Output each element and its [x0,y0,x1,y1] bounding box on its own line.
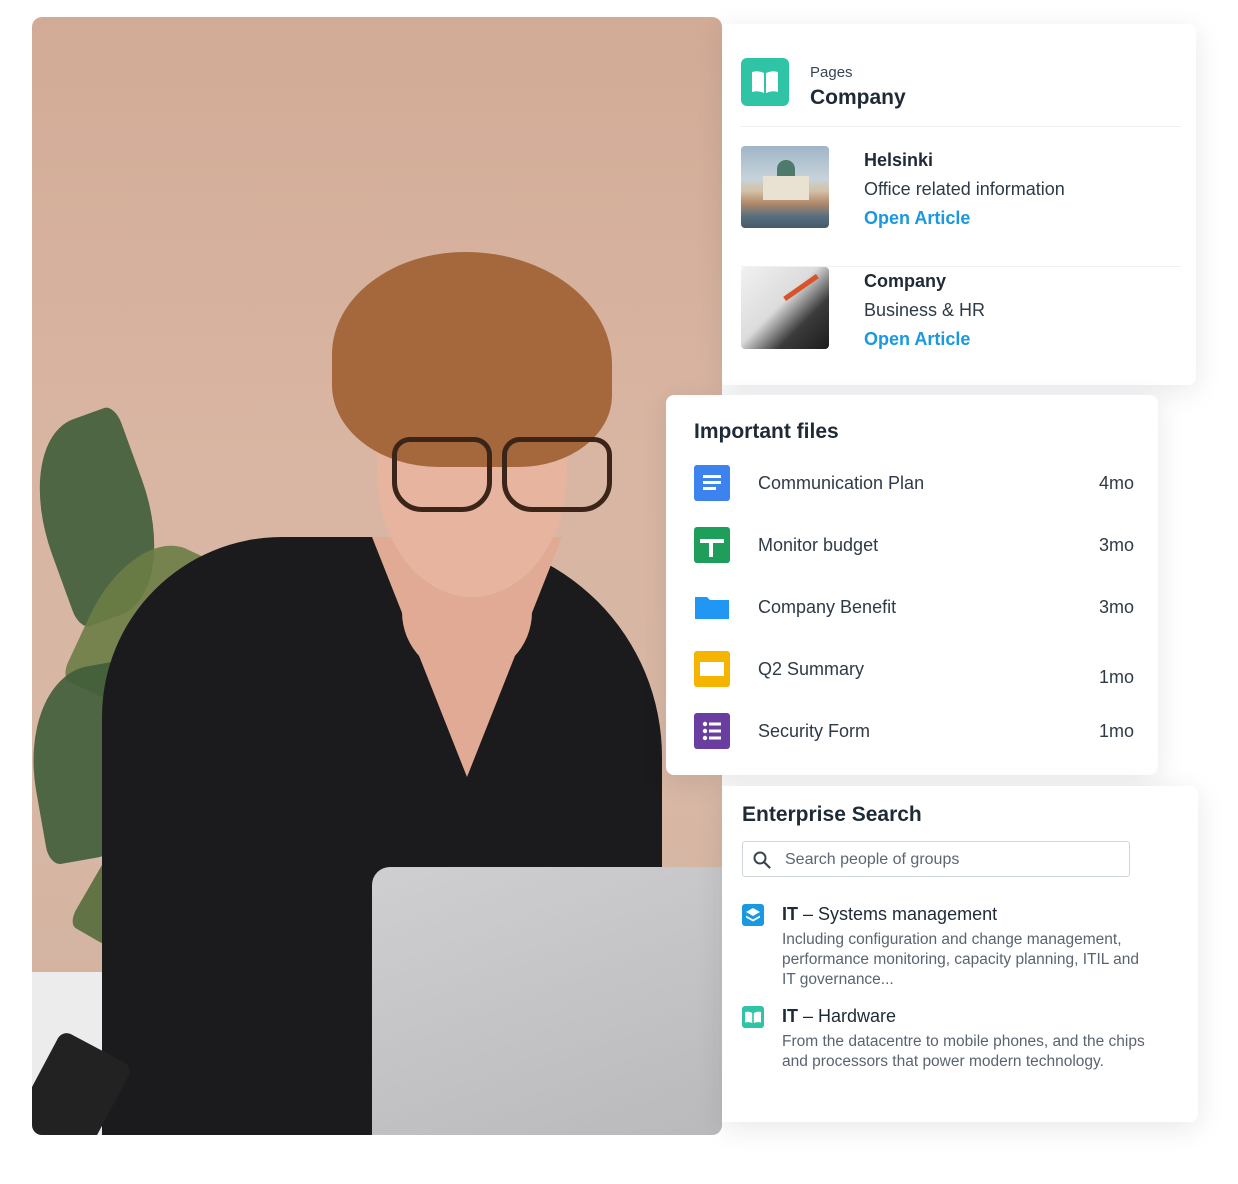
helsinki-thumbnail [741,146,829,228]
file-name: Security Form [758,721,871,741]
result-title: IT – Systems management [782,904,998,924]
folder-icon [694,589,730,625]
glasses-right [502,437,612,512]
pages-card: Pages Company Helsinki Office related in… [722,24,1196,385]
open-article-link[interactable]: Open Article [864,329,970,350]
result-title: IT – Hardware [782,1006,897,1026]
article-description: Office related information [864,179,1065,199]
laptop [372,867,722,1135]
file-name: Q2 Summary [758,659,865,679]
hero-photo [32,17,722,1135]
file-row[interactable]: Security Form 1mo [694,713,1134,753]
file-row[interactable]: Communication Plan 4mo [694,465,1134,505]
article-helsinki: Helsinki Office related information Open… [741,146,1181,267]
pages-label: Pages [810,64,853,81]
google-slides-icon [694,651,730,687]
enterprise-search-title: Enterprise Search [742,803,922,826]
article-description: Business & HR [864,300,986,320]
google-sheets-icon [694,527,730,563]
open-article-link[interactable]: Open Article [864,208,970,229]
important-files-title: Important files [694,420,839,443]
google-docs-icon [694,465,730,501]
file-age: 4mo [1098,473,1134,493]
search-icon [753,851,771,869]
article-title: Company [864,271,947,291]
pages-header: Pages Company [741,58,1181,127]
file-name: Company Benefit [758,597,897,617]
file-row[interactable]: Monitor budget 3mo [694,527,1134,567]
result-description: Including configuration and change manag… [782,931,1139,988]
person-hair [332,252,612,467]
pages-title: Company [810,86,906,109]
file-row[interactable]: Company Benefit 3mo [694,589,1134,629]
important-files-card: Important files Communication Plan 4mo M… [666,395,1158,775]
glasses-left [392,437,492,512]
book-icon [741,58,789,106]
search-box[interactable] [742,841,1130,877]
file-age: 1mo [1098,667,1134,687]
google-forms-icon [694,713,730,749]
result-description: From the datacentre to mobile phones, an… [782,1033,1145,1070]
file-name: Monitor budget [758,535,879,555]
book-icon [742,1006,764,1028]
search-input[interactable] [783,845,1117,875]
article-company: Company Business & HR Open Article [741,267,1181,387]
layers-icon [742,904,764,926]
company-thumbnail [741,267,829,349]
enterprise-search-card: Enterprise Search IT – Systems managemen… [722,786,1198,1122]
file-age: 1mo [1098,721,1134,741]
file-age: 3mo [1098,597,1134,617]
file-age: 3mo [1098,535,1134,555]
file-name: Communication Plan [758,473,925,493]
file-row[interactable]: Q2 Summary 1mo [694,651,1134,691]
article-title: Helsinki [864,150,934,170]
